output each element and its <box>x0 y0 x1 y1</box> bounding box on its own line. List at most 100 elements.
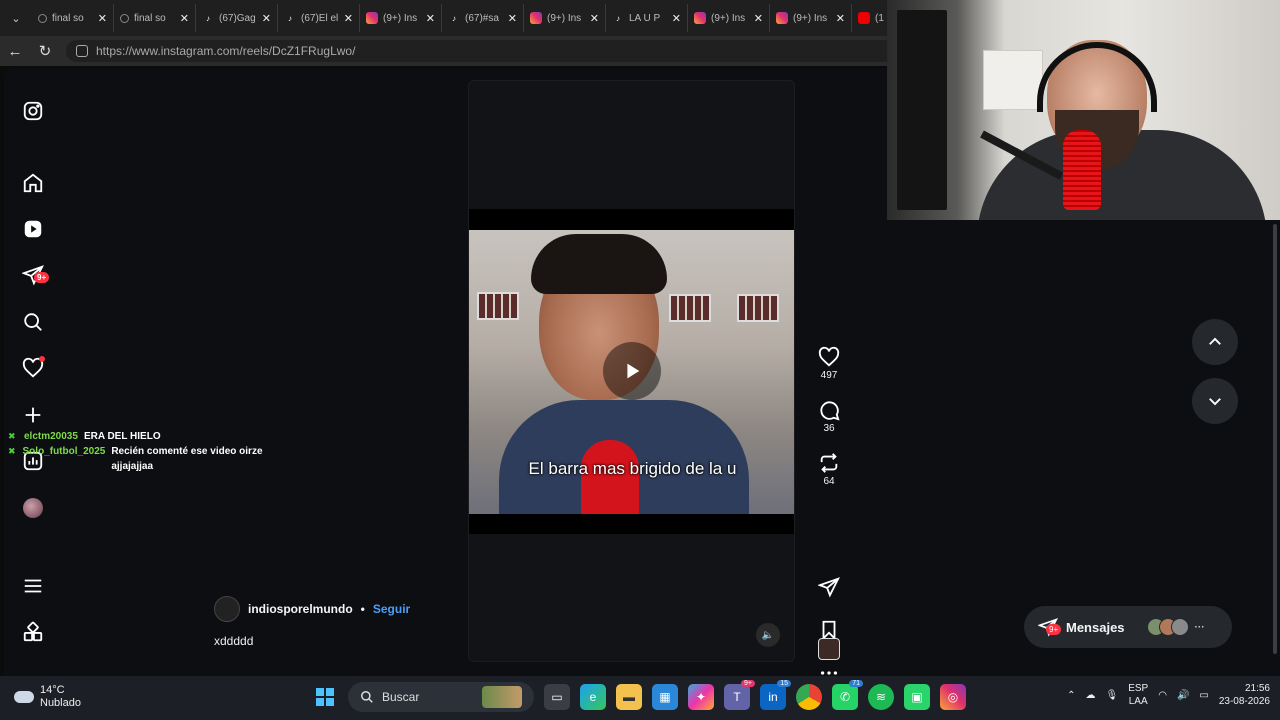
browser-tab[interactable]: ♪ (67)Gag ✕ <box>196 4 278 32</box>
tab-close-icon[interactable]: ✕ <box>590 12 599 25</box>
search-icon[interactable] <box>22 311 44 333</box>
share-icon <box>818 577 840 598</box>
instagram-icon <box>530 12 542 24</box>
browser-tab[interactable]: ♪ (67)#sa ✕ <box>442 4 524 32</box>
edge-browser-icon[interactable]: e <box>580 684 606 710</box>
browser-tab[interactable]: final so ✕ <box>32 4 114 32</box>
tab-close-icon[interactable]: ✕ <box>262 12 271 25</box>
chrome-icon[interactable] <box>796 684 822 710</box>
tab-title: final so <box>134 12 166 24</box>
background-window <box>669 294 711 322</box>
follow-button[interactable]: Seguir <box>373 602 410 616</box>
scrollbar-thumb[interactable] <box>1273 224 1277 654</box>
teams-badge: 9+ <box>741 680 755 687</box>
messages-count-badge: 9+ <box>34 272 50 283</box>
previous-reel-button[interactable] <box>1192 319 1238 365</box>
author-avatar[interactable] <box>214 596 240 622</box>
taskbar-search[interactable]: Buscar <box>348 682 534 712</box>
letterbox-top <box>469 209 794 230</box>
instagram-app-icon[interactable]: ◎ <box>940 684 966 710</box>
battery-icon[interactable]: ▭ <box>1199 690 1208 701</box>
search-icon <box>120 13 129 23</box>
teams-icon[interactable]: T 9+ <box>724 680 755 710</box>
chat-text: ERA DEL HIELO <box>83 431 161 442</box>
browser-tab[interactable]: (9+) Ins ✕ <box>524 4 606 32</box>
onedrive-cloud-icon[interactable]: ☁ <box>1085 690 1095 701</box>
more-options-button[interactable] <box>812 662 846 676</box>
wifi-icon[interactable]: ◠ <box>1158 690 1167 701</box>
linkedin-icon[interactable]: in 15 <box>760 680 791 710</box>
weather-widget[interactable]: 14°C Nublado <box>14 684 81 710</box>
messages-label: Mensajes <box>1066 619 1125 635</box>
audio-thumbnail[interactable] <box>818 638 840 660</box>
tab-title: (67)Gag <box>219 12 256 24</box>
tab-title: (9+) Ins <box>547 12 582 24</box>
browser-tab[interactable]: (9+) Ins ✕ <box>360 4 442 32</box>
url-field[interactable]: https://www.instagram.com/reels/DcZ1FRug… <box>66 40 926 62</box>
browser-tab[interactable]: (9+) Ins ✕ <box>770 4 852 32</box>
reel-video[interactable]: El barra mas brigido de la u <box>469 230 794 514</box>
like-button[interactable]: 497 <box>812 346 846 381</box>
kick-icon[interactable]: ▣ <box>904 684 930 710</box>
task-view-icon[interactable]: ▭ <box>544 684 570 710</box>
create-plus-icon[interactable] <box>22 404 44 426</box>
browser-tab[interactable]: ♪ (67)El el ✕ <box>278 4 360 32</box>
instagram-icon <box>776 12 788 24</box>
home-icon[interactable] <box>22 172 44 194</box>
tab-list-chevron-icon[interactable]: ⌄ <box>0 0 32 36</box>
tab-close-icon[interactable]: ✕ <box>98 12 107 25</box>
clock-date: 23-08-2026 <box>1218 696 1270 707</box>
more-menu-icon[interactable] <box>22 575 44 597</box>
tab-close-icon[interactable]: ✕ <box>508 12 517 25</box>
tab-close-icon[interactable]: ✕ <box>754 12 763 25</box>
tab-close-icon[interactable]: ✕ <box>426 12 435 25</box>
reload-icon[interactable]: ↻ <box>30 36 60 66</box>
share-button[interactable] <box>812 576 846 598</box>
copilot-icon[interactable]: ✦ <box>688 684 714 710</box>
browser-tab[interactable]: (9+) Ins ✕ <box>688 4 770 32</box>
clock[interactable]: 21:56 23-08-2026 <box>1219 682 1270 708</box>
tab-close-icon[interactable]: ✕ <box>836 12 845 25</box>
background-window <box>477 292 519 320</box>
spotify-icon[interactable]: ≋ <box>868 684 894 710</box>
volume-icon[interactable]: 🔊 <box>1177 690 1189 701</box>
play-icon[interactable] <box>603 342 661 400</box>
language-indicator[interactable]: ESP LAA <box>1128 682 1148 708</box>
tray-overflow-chevron-icon[interactable]: ⌃ <box>1067 690 1075 701</box>
repost-button[interactable]: 64 <box>812 452 846 487</box>
tab-close-icon[interactable]: ✕ <box>344 12 353 25</box>
comment-button[interactable]: 36 <box>812 399 846 434</box>
file-explorer-icon[interactable]: ▬ <box>616 684 642 710</box>
instagram-logo-icon[interactable] <box>22 100 44 122</box>
also-from-meta-icon[interactable] <box>22 621 44 643</box>
browser-tab[interactable]: (1 <box>852 4 892 32</box>
profile-avatar[interactable] <box>22 497 44 519</box>
direct-messages-icon[interactable]: 9+ <box>22 264 50 286</box>
stream-chat-overlay: ✖ elctm20035 ERA DEL HIELO ✖ Solo_futbol_202… <box>8 429 278 474</box>
notifications-heart-icon[interactable] <box>22 356 45 379</box>
page-scrollbar[interactable] <box>1270 220 1280 676</box>
back-arrow-icon[interactable]: ← <box>0 36 30 66</box>
person-hair <box>531 234 667 294</box>
reels-icon[interactable] <box>22 218 44 240</box>
tab-close-icon[interactable]: ✕ <box>672 12 681 25</box>
more-avatars-ellipsis-icon: ··· <box>1194 621 1205 633</box>
whatsapp-icon[interactable]: ✆ 71 <box>832 680 863 710</box>
author-username[interactable]: indiosporelmundo <box>248 602 353 616</box>
notification-dot <box>39 356 45 362</box>
tab-close-icon[interactable]: ✕ <box>180 12 189 25</box>
mute-speaker-icon[interactable]: 🔈 <box>756 623 780 647</box>
reel-player[interactable]: El barra mas brigido de la u 🔈 <box>468 80 795 662</box>
instagram-icon <box>694 12 706 24</box>
site-info-icon[interactable] <box>76 45 88 57</box>
browser-tab[interactable]: final so ✕ <box>114 4 196 32</box>
browser-tab[interactable]: ♪ LA U P ✕ <box>606 4 688 32</box>
microsoft-store-icon[interactable]: ▦ <box>652 684 678 710</box>
ellipsis-icon <box>820 671 838 675</box>
message-avatar <box>1170 618 1189 636</box>
sidebar: 9+ <box>4 68 64 676</box>
next-reel-button[interactable] <box>1192 378 1238 424</box>
microphone-icon[interactable]: 🎙 <box>1105 690 1118 701</box>
weather-condition: Nublado <box>40 697 81 709</box>
windows-start-icon[interactable] <box>312 684 338 710</box>
